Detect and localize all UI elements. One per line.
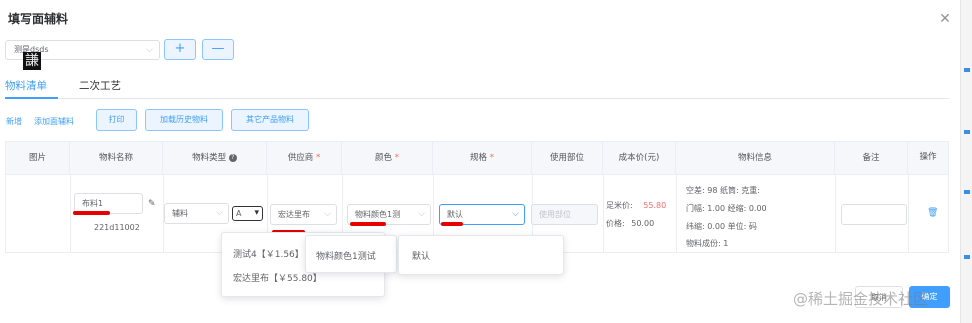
tab-secondary-process[interactable]: 二次工艺 bbox=[79, 78, 121, 93]
supplier-value: 宏达里布 bbox=[278, 210, 310, 219]
supplier-option[interactable]: 测试4【￥1.56】 bbox=[233, 247, 304, 260]
other-product-button[interactable]: 其它产品物料 bbox=[231, 109, 309, 131]
header-cost: 成本价(元) bbox=[603, 142, 676, 175]
strip-marker bbox=[964, 255, 970, 259]
info-line: 门幅: 1.00 经缩: 0.00 bbox=[686, 204, 767, 213]
price-line-1: 足米价: 55.80 bbox=[606, 201, 667, 210]
chevron-down-icon: ▾ bbox=[254, 208, 259, 218]
load-history-button[interactable]: 加载历史物料 bbox=[145, 109, 223, 131]
usage-part-input: 使用部位 bbox=[531, 204, 598, 225]
material-thumbnail: 謙 bbox=[23, 52, 41, 70]
strip-marker bbox=[964, 68, 970, 72]
table-header: 图片 物料名称 物料类型 ? 供应商 * 颜色 * 规格 * 使用部位 成本价(… bbox=[6, 142, 948, 175]
print-button[interactable]: 打印 bbox=[96, 109, 137, 131]
add-group-button[interactable]: + bbox=[164, 39, 196, 60]
tab-material-list[interactable]: 物料清单 bbox=[5, 78, 47, 93]
material-code: 221d11002 bbox=[94, 223, 140, 232]
tab-divider bbox=[5, 98, 949, 99]
header-remark: 备注 bbox=[835, 142, 908, 175]
unit-select-value: A bbox=[236, 209, 242, 218]
remark-input[interactable] bbox=[841, 204, 907, 225]
column-divider bbox=[70, 175, 71, 253]
edit-icon[interactable]: ✎ bbox=[148, 199, 156, 209]
delete-icon[interactable]: 🗑 bbox=[927, 208, 938, 218]
header-color: 颜色 * bbox=[342, 142, 433, 175]
material-type-value: 辅料 bbox=[172, 209, 188, 218]
header-action: 操作 bbox=[919, 152, 937, 162]
close-icon[interactable]: ✕ bbox=[938, 12, 952, 26]
watermark-text: @稀土掘金技术社区 bbox=[793, 290, 929, 308]
info-line: 空差: 98 纸筒: 克重: bbox=[686, 186, 760, 195]
annotation-underline bbox=[73, 211, 110, 215]
header-spec: 规格 * bbox=[433, 142, 532, 175]
color-value: 物料颜色1测 bbox=[355, 210, 401, 219]
supplier-select[interactable]: 宏达里布 ⌵ bbox=[270, 204, 337, 225]
header-type: 物料类型 ? bbox=[163, 142, 267, 175]
tab-active-indicator bbox=[5, 97, 58, 99]
spec-value: 默认 bbox=[447, 210, 463, 219]
material-type-select[interactable]: 辅料 ⌵ bbox=[164, 203, 229, 224]
chevron-up-icon: ⌵ bbox=[512, 209, 519, 219]
chevron-down-icon: ⌵ bbox=[418, 209, 425, 219]
chevron-down-icon: ⌵ bbox=[146, 45, 153, 55]
header-supplier: 供应商 * bbox=[267, 142, 342, 175]
header-usage-part: 使用部位 bbox=[532, 142, 603, 175]
remove-group-button[interactable]: — bbox=[202, 39, 234, 60]
spec-dropdown: 默认 bbox=[398, 235, 564, 275]
header-name: 物料名称 bbox=[70, 142, 163, 175]
column-divider bbox=[908, 175, 909, 253]
help-icon[interactable]: ? bbox=[228, 153, 237, 162]
add-material-link[interactable]: 添加面辅料 bbox=[34, 116, 74, 127]
price-value-1: 55.80 bbox=[643, 201, 667, 210]
color-dropdown: 物料颜色1测试 bbox=[305, 235, 397, 273]
dialog-title: 填写面辅料 bbox=[8, 12, 69, 26]
add-link[interactable]: 新增 bbox=[6, 116, 22, 127]
background-scroll-strip bbox=[960, 0, 972, 323]
color-option[interactable]: 物料颜色1测试 bbox=[316, 249, 376, 262]
price-line-2: 价格: 50.00 bbox=[606, 219, 655, 228]
info-line: 纬缩: 0.00 单位: 码 bbox=[686, 222, 757, 231]
annotation-underline bbox=[350, 222, 386, 226]
usage-part-placeholder: 使用部位 bbox=[539, 210, 571, 219]
header-info: 物料信息 bbox=[676, 142, 835, 175]
price-value-2: 50.00 bbox=[631, 219, 655, 228]
column-divider bbox=[603, 175, 604, 253]
annotation-underline bbox=[441, 222, 463, 226]
chevron-down-icon: ⌵ bbox=[216, 208, 223, 218]
header-image: 图片 bbox=[6, 142, 70, 175]
strip-marker bbox=[964, 130, 970, 134]
column-divider bbox=[676, 175, 677, 253]
strip-marker bbox=[964, 190, 970, 194]
spec-option[interactable]: 默认 bbox=[412, 249, 430, 262]
chevron-down-icon: ⌵ bbox=[324, 209, 331, 219]
unit-select[interactable]: A ▾ bbox=[232, 206, 263, 221]
info-line: 物料成份: 1 bbox=[686, 239, 729, 248]
column-divider bbox=[835, 175, 836, 253]
